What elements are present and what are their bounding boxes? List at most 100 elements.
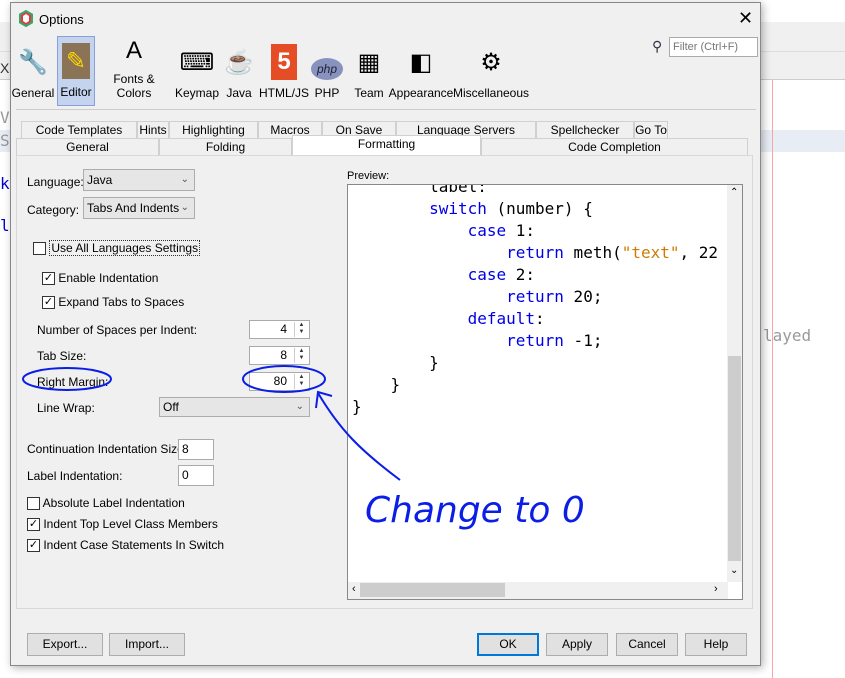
tab-hints[interactable]: Hints [137,121,169,138]
checkbox[interactable]: ✓ [27,518,40,532]
checkbox-label: Indent Case Statements In Switch [43,538,225,552]
category-editor[interactable]: ✎ Editor [57,36,95,106]
scrollbar-thumb[interactable] [360,583,505,597]
help-button[interactable]: Help [685,633,747,656]
code-token: , 22 [679,243,719,262]
category-php[interactable]: php PHP [311,36,343,106]
export-button[interactable]: Export... [27,633,103,656]
background-fragment: V [0,108,10,127]
code-token: } [429,353,439,372]
code-line: } [352,396,718,418]
category-label: Team [354,86,384,100]
tab-highlighting[interactable]: Highlighting [169,121,258,138]
tab-spellchecker[interactable]: Spellchecker [536,121,634,138]
code-token: meth( [563,243,622,262]
cancel-button[interactable]: Cancel [616,633,678,656]
category-label: Java [226,86,252,100]
continuation-field[interactable]: 8 [178,439,214,460]
category-keymap[interactable]: ⌨ Keymap [175,36,219,106]
checkbox[interactable]: ✓ [27,539,40,553]
scroll-right-icon[interactable]: › [714,583,718,595]
code-token: 1: [506,221,536,240]
keyboard-icon: ⌨ [179,48,215,76]
code-token: -1; [563,331,603,350]
line-wrap-select[interactable]: Off ⌄ [159,397,310,417]
checkbox[interactable]: ✓ [42,272,55,286]
spaces-per-indent-spinner[interactable]: 4 ▲ ▼ [249,320,310,339]
indent-top-level-checkbox[interactable]: ✓ Indent Top Level Class Members [27,517,218,532]
options-dialog: Options ✕ 🔧 General ✎ Editor A Fonts & Colors… [10,2,761,666]
ok-button[interactable]: OK [477,633,539,656]
tab-go-to[interactable]: Go To [634,121,668,138]
apply-button[interactable]: Apply [546,633,608,656]
code-line: return 20; [352,286,718,308]
search-icon: ⚲ [652,38,663,54]
tab-code-templates[interactable]: Code Templates [21,121,137,138]
team-cubes-icon: ▦ [357,48,381,76]
category-label: Miscellaneous [452,86,530,100]
code-token: label: [429,184,487,196]
scroll-left-icon[interactable]: ‹ [352,583,356,595]
netbeans-logo-icon [19,10,33,27]
spinner-arrows-icon[interactable]: ▲ ▼ [294,374,308,389]
tab-size-spinner[interactable]: 8 ▲ ▼ [249,346,310,365]
code-line: label: [352,184,718,198]
editor-pencil-icon: ✎ [62,43,90,79]
scrollbar-thumb[interactable] [728,356,741,561]
code-line: switch (number) { [352,198,718,220]
label-indentation-field[interactable]: 0 [178,465,214,486]
code-token: switch [429,199,487,218]
chevron-down-icon: ⌄ [180,174,189,185]
tab-formatting[interactable]: Formatting [292,135,481,155]
category-fonts-colors[interactable]: A Fonts & Colors [97,36,171,106]
label-indentation-label: Label Indentation: [27,469,123,483]
preview-pane: label: switch (number) { case 1: return … [347,184,743,600]
code-token: 20; [563,287,603,306]
tab-code-completion[interactable]: Code Completion [481,138,748,155]
indent-case-checkbox[interactable]: ✓ Indent Case Statements In Switch [27,538,225,553]
scroll-up-icon[interactable]: ⌃ [730,187,738,198]
checkbox[interactable] [27,497,40,511]
code-token: (number) { [486,199,593,218]
scroll-down-icon[interactable]: ⌄ [730,565,738,576]
spinner-value: 4 [280,322,287,336]
expand-tabs-checkbox[interactable]: ✓ Expand Tabs to Spaces [42,295,184,310]
enable-indentation-checkbox[interactable]: ✓ Enable Indentation [42,271,158,286]
code-token: } [352,397,362,416]
line-wrap-label: Line Wrap: [37,401,95,415]
category-appearance[interactable]: ◧ Appearance [389,36,454,106]
background-margin-line [772,80,773,678]
html5-icon: 5 [271,44,297,80]
background-fragment: k [0,174,10,193]
import-button[interactable]: Import... [109,633,185,656]
dialog-title: Options [39,12,84,27]
category-general[interactable]: 🔧 General [12,36,55,106]
code-token: "text" [621,243,680,262]
horizontal-scrollbar[interactable]: ‹ › [348,582,728,599]
category-select[interactable]: Tabs And Indents ⌄ [83,197,195,219]
language-select[interactable]: Java ⌄ [83,169,195,191]
vertical-scrollbar[interactable]: ⌃ ⌄ [727,185,742,582]
right-margin-spinner[interactable]: 80 ▲ ▼ [249,372,310,391]
category-miscellaneous[interactable]: ⚙ Miscellaneous [453,36,529,106]
checkbox[interactable]: ✓ [42,296,55,310]
title-bar: Options ✕ [11,3,760,35]
spinner-arrows-icon[interactable]: ▲ ▼ [294,348,308,363]
filter-input[interactable] [669,37,758,57]
code-token: } [390,375,401,394]
close-icon[interactable]: ✕ [738,8,753,29]
checkbox[interactable] [33,242,46,256]
tab-folding[interactable]: Folding [159,138,292,155]
code-line: return -1; [352,330,718,352]
code-token: case [467,265,507,284]
spinner-arrows-icon[interactable]: ▲ ▼ [294,322,308,337]
absolute-label-checkbox[interactable]: Absolute Label Indentation [27,496,185,511]
code-token: 2: [506,265,536,284]
use-all-languages-checkbox[interactable]: Use All Languages Settings [33,240,201,256]
tab-general[interactable]: General [16,138,159,155]
category-team[interactable]: ▦ Team [353,36,385,106]
code-line: } [352,352,718,374]
category-html-js[interactable]: 5 HTML/JS [259,36,309,106]
spinner-value: 80 [273,374,287,388]
category-java[interactable]: ☕ Java [223,36,255,106]
